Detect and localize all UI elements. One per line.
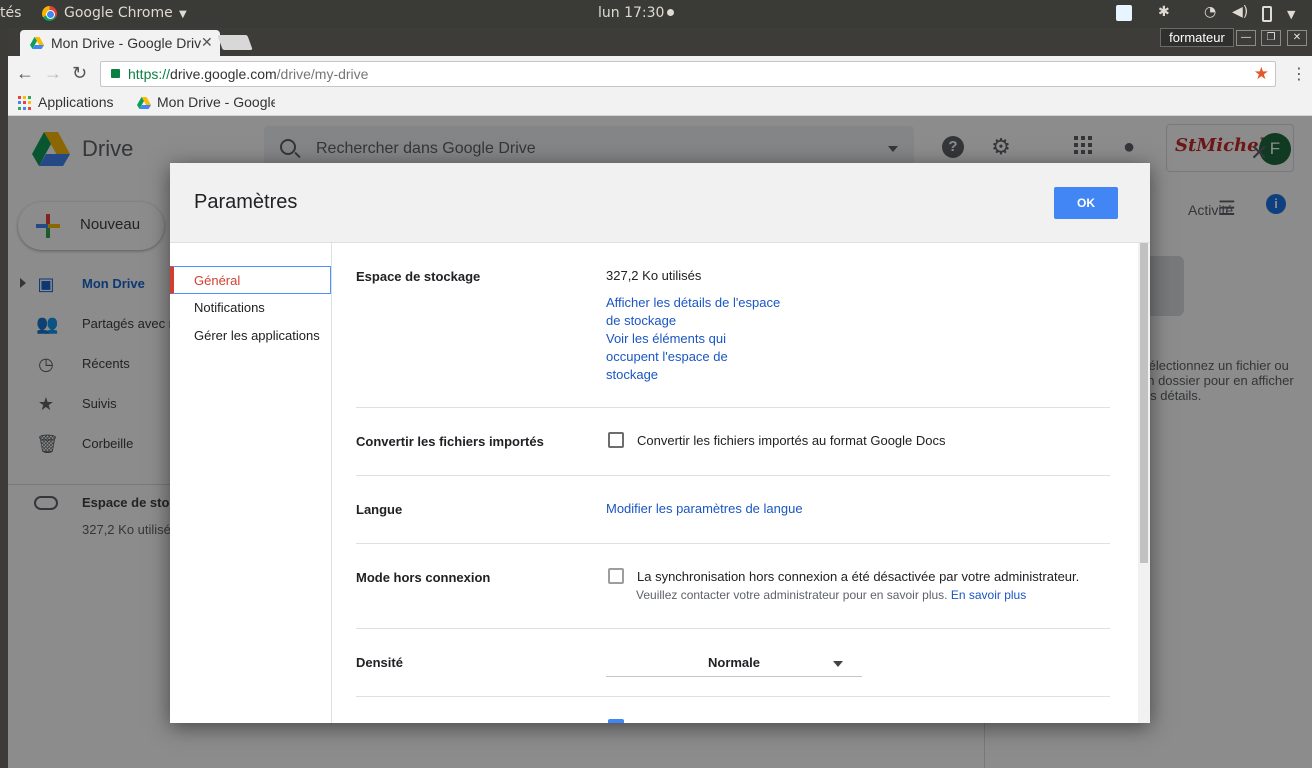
next-setting-checkbox[interactable] bbox=[608, 719, 624, 723]
back-button[interactable]: ← bbox=[16, 64, 34, 82]
dialog-title: Paramètres bbox=[194, 191, 298, 213]
storage-items-link[interactable]: Voir les éléments qui occupent l'espace … bbox=[606, 330, 728, 384]
dialog-header: Paramètres OK bbox=[170, 163, 1150, 243]
minimize-window-button[interactable]: — bbox=[1236, 30, 1256, 46]
settings-nav-manage-apps[interactable]: Gérer les applications bbox=[170, 322, 331, 350]
app-menu-caret-icon[interactable]: ▼ bbox=[179, 9, 187, 20]
learn-more-link[interactable]: En savoir plus bbox=[951, 588, 1026, 602]
convert-checkbox-label[interactable]: Convertir les fichiers importés au forma… bbox=[637, 433, 946, 448]
browser-toolbar: ← → ↻ https://drive.google.com/drive/my-… bbox=[8, 56, 1312, 90]
section-divider bbox=[356, 543, 1110, 544]
forward-button[interactable]: → bbox=[44, 64, 62, 82]
storage-label: Espace de stockage bbox=[356, 269, 481, 284]
url-text: https://drive.google.com/drive/my-drive bbox=[128, 66, 369, 82]
os-app-menu-fragment[interactable]: tés bbox=[0, 5, 21, 21]
ok-button[interactable]: OK bbox=[1054, 187, 1118, 219]
settings-dialog: Paramètres OK Général Notifications Gére… bbox=[170, 163, 1150, 723]
density-select[interactable]: Normale bbox=[606, 649, 862, 677]
secure-lock-icon bbox=[111, 69, 120, 78]
settings-content: Espace de stockage 327,2 Ko utilisés Aff… bbox=[332, 243, 1150, 723]
os-top-panel: tés Google Chrome ▼ lun 17:30 ✱ ◔ ◀) ▼ bbox=[0, 0, 1312, 28]
settings-nav: Général Notifications Gérer les applicat… bbox=[170, 243, 332, 723]
convert-checkbox[interactable] bbox=[608, 432, 624, 448]
new-tab-button[interactable] bbox=[217, 35, 253, 50]
drive-favicon-icon bbox=[137, 97, 151, 109]
offline-sub-text: Veuillez contacter votre administrateur … bbox=[636, 588, 1027, 602]
chevron-down-icon bbox=[833, 661, 843, 667]
os-app-name[interactable]: Google Chrome bbox=[64, 5, 173, 21]
volume-icon[interactable]: ◀) bbox=[1232, 4, 1248, 20]
scrollbar-thumb[interactable] bbox=[1140, 243, 1148, 563]
language-label: Langue bbox=[356, 502, 403, 517]
restore-window-button[interactable]: ❐ bbox=[1261, 30, 1281, 46]
bookmark-mon-drive[interactable]: Mon Drive - Google Drive bbox=[157, 94, 275, 110]
wifi-icon[interactable]: ◔ bbox=[1204, 4, 1216, 20]
offline-label: Mode hors connexion bbox=[356, 570, 491, 585]
window-user-badge[interactable]: formateur bbox=[1160, 28, 1234, 47]
bluetooth-icon[interactable]: ✱ bbox=[1158, 4, 1170, 20]
offline-checkbox-label: La synchronisation hors connexion a été … bbox=[637, 569, 1080, 584]
convert-label: Convertir les fichiers importés bbox=[356, 434, 544, 449]
drive-favicon-icon bbox=[30, 37, 44, 49]
settings-nav-general[interactable]: Général bbox=[170, 266, 331, 294]
browser-tab-mon-drive[interactable]: Mon Drive - Google Drive ✕ bbox=[20, 30, 220, 56]
offline-checkbox[interactable] bbox=[608, 568, 624, 584]
close-window-button[interactable]: ✕ bbox=[1287, 30, 1307, 46]
density-select-value: Normale bbox=[707, 655, 761, 670]
section-divider bbox=[356, 475, 1110, 476]
dropbox-tray-icon[interactable] bbox=[1116, 5, 1132, 21]
address-bar[interactable]: https://drive.google.com/drive/my-drive … bbox=[100, 61, 1276, 87]
storage-used-value: 327,2 Ko utilisés bbox=[606, 268, 702, 283]
battery-icon[interactable] bbox=[1262, 6, 1272, 22]
bookmark-star-icon[interactable]: ★ bbox=[1254, 64, 1269, 84]
density-label: Densité bbox=[356, 655, 403, 670]
section-divider bbox=[356, 696, 1110, 697]
apps-grid-icon bbox=[18, 96, 32, 110]
os-clock[interactable]: lun 17:30 bbox=[598, 5, 675, 21]
chrome-icon bbox=[42, 6, 57, 21]
browser-menu-icon[interactable]: ⋮ bbox=[1291, 64, 1307, 84]
dialog-scrollbar[interactable] bbox=[1138, 243, 1150, 723]
bookmark-applications[interactable]: Applications bbox=[38, 94, 114, 110]
browser-tab-bar: Mon Drive - Google Drive ✕ formateur — ❐… bbox=[8, 28, 1312, 56]
section-divider bbox=[356, 407, 1110, 408]
reload-button[interactable]: ↻ bbox=[72, 64, 87, 82]
settings-nav-notifications[interactable]: Notifications bbox=[170, 294, 331, 322]
storage-details-link[interactable]: Afficher les détails de l'espace de stoc… bbox=[606, 294, 780, 330]
language-settings-link[interactable]: Modifier les paramètres de langue bbox=[606, 501, 803, 516]
bookmarks-bar: Applications Mon Drive - Google Drive bbox=[8, 90, 1312, 116]
tab-title: Mon Drive - Google Drive bbox=[51, 35, 201, 51]
system-menu-caret-icon[interactable]: ▼ bbox=[1287, 8, 1295, 21]
tab-close-icon[interactable]: ✕ bbox=[201, 34, 213, 51]
section-divider bbox=[356, 628, 1110, 629]
